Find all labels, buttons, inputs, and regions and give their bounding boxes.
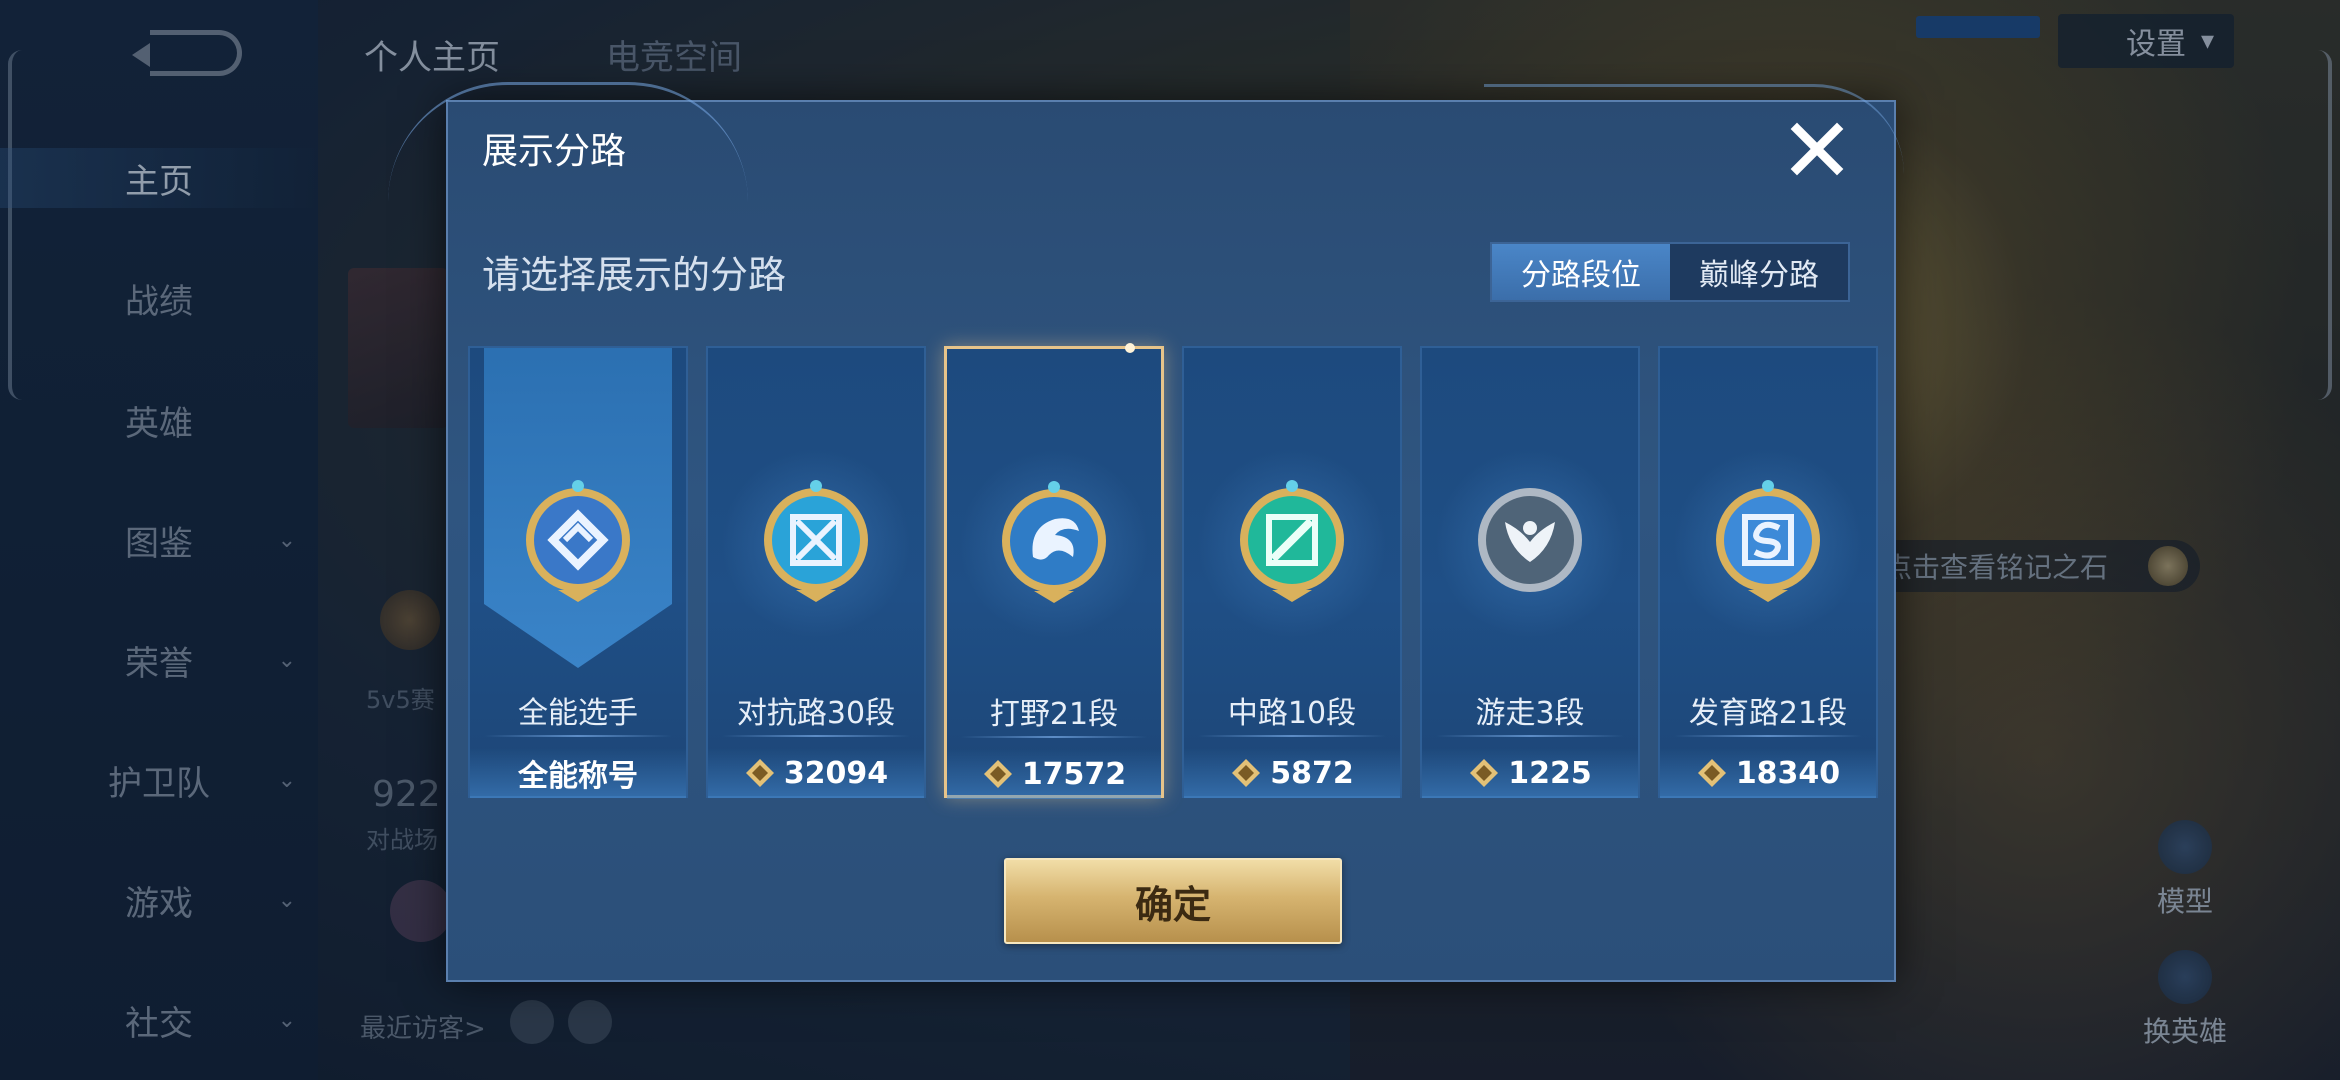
lane-type-toggle: 分路段位 巅峰分路: [1490, 242, 1850, 302]
dialog-subtitle: 请选择展示的分路: [482, 253, 787, 297]
peak-points-icon: [745, 759, 774, 787]
lane-card-all-round[interactable]: 全能选手 全能称号: [468, 346, 688, 798]
divider: [1436, 735, 1624, 737]
lane-card-mid[interactable]: 中路10段 5872: [1182, 346, 1402, 798]
peak-points-icon: [1697, 759, 1726, 787]
lane-score: 全能称号: [470, 748, 686, 798]
divider: [1674, 735, 1862, 737]
toggle-lane-rank[interactable]: 分路段位: [1492, 244, 1670, 300]
peak-points-icon: [1470, 759, 1499, 787]
dialog-title: 展示分路: [482, 131, 627, 172]
close-icon[interactable]: [1784, 116, 1850, 182]
peak-points-icon: [1232, 759, 1261, 787]
clash-lane-badge-icon: [751, 478, 881, 608]
lane-rank-label: 对抗路30段: [736, 696, 896, 731]
roam-badge-icon: [1465, 478, 1595, 608]
lane-score: 17572: [947, 749, 1161, 799]
toggle-peak-lane[interactable]: 巅峰分路: [1670, 244, 1848, 300]
lane-card-farm[interactable]: 发育路21段 18340: [1658, 346, 1878, 798]
lane-score: 5872: [1184, 748, 1400, 798]
lane-rank-label: 全能选手: [518, 696, 638, 731]
lane-display-dialog: 展示分路 请选择展示的分路 分路段位 巅峰分路 全能选手 全能称号 对抗路30段…: [388, 82, 1904, 982]
all-round-badge-icon: [513, 478, 643, 608]
divider: [722, 735, 910, 737]
lane-rank-label: 中路10段: [1227, 696, 1357, 731]
lane-score: 1225: [1422, 748, 1638, 798]
peak-points-icon: [983, 760, 1012, 788]
divider: [484, 735, 672, 737]
confirm-button[interactable]: 确定: [1004, 858, 1342, 944]
mid-lane-badge-icon: [1227, 478, 1357, 608]
lane-rank-label: 打野21段: [989, 697, 1119, 732]
lane-score: 32094: [708, 748, 924, 798]
farm-lane-badge-icon: [1703, 478, 1833, 608]
lane-rank-label: 发育路21段: [1688, 696, 1848, 731]
lane-card-clash[interactable]: 对抗路30段 32094: [706, 346, 926, 798]
lane-score: 18340: [1660, 748, 1876, 798]
lane-card-roam[interactable]: 游走3段 1225: [1420, 346, 1640, 798]
lane-rank-label: 游走3段: [1475, 696, 1585, 731]
lane-card-list: 全能选手 全能称号 对抗路30段 32094 打野21段 17572 中路10段…: [468, 343, 1878, 799]
divider: [1198, 735, 1386, 737]
lane-card-jungle[interactable]: 打野21段 17572: [944, 343, 1164, 799]
divider: [961, 736, 1147, 738]
jungle-badge-icon: [989, 479, 1119, 609]
